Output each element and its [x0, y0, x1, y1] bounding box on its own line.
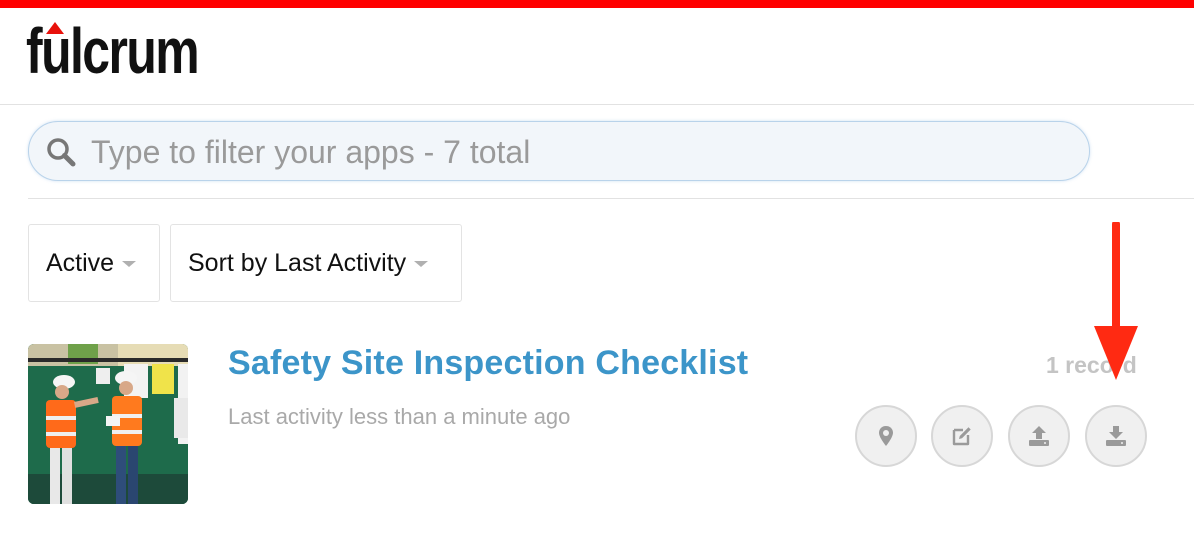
safety-inspectors-photo — [28, 344, 188, 504]
caret-down-icon — [414, 261, 429, 267]
red-arrow-icon — [1094, 222, 1138, 380]
search-icon — [47, 138, 76, 167]
last-activity-text: Last activity less than a minute ago — [228, 404, 571, 429]
app-thumbnail[interactable] — [28, 344, 188, 504]
map-pin-icon — [879, 426, 893, 446]
status-filter-label: Active — [46, 248, 115, 277]
logo-arrow-icon — [46, 22, 64, 34]
edit-icon — [952, 427, 971, 446]
search-bar[interactable] — [28, 121, 1090, 181]
top-accent-bar — [0, 0, 1194, 8]
map-button[interactable] — [855, 405, 917, 467]
header-divider — [0, 104, 1194, 105]
status-filter-dropdown[interactable]: Active — [28, 224, 160, 302]
search-input[interactable] — [89, 130, 1073, 174]
sort-dropdown[interactable]: Sort by Last Activity — [170, 224, 462, 302]
sort-label: Sort by Last Activity — [188, 248, 407, 277]
edit-button[interactable] — [931, 405, 993, 467]
app-title-link[interactable]: Safety Site Inspection Checklist — [228, 344, 748, 383]
caret-down-icon — [122, 261, 137, 267]
upload-icon — [1029, 426, 1049, 446]
export-button[interactable] — [1085, 405, 1147, 467]
import-button[interactable] — [1008, 405, 1070, 467]
filter-divider — [28, 198, 1194, 199]
download-icon — [1106, 426, 1126, 446]
